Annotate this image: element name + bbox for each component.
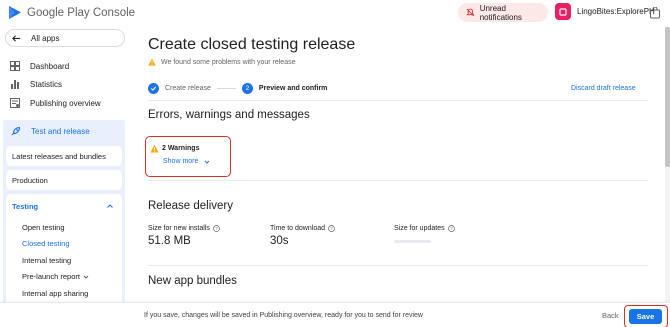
sidebar-item-label: Closed testing [22,239,70,248]
scrollbar[interactable] [665,27,670,302]
back-button[interactable]: Back [602,311,619,320]
sidebar-item-label: Latest releases and bundles [12,151,106,161]
help-icon[interactable]: ? [213,225,220,232]
metric-label: Size for new installs ? [148,225,220,232]
metric-label-text: Time to download [270,225,325,232]
step-number: 2 [241,83,253,94]
all-apps-button[interactable]: All apps [5,29,125,47]
logo-text: Google Play Console [27,6,136,19]
sidebar-item-test-and-release[interactable]: Test and release [10,126,90,137]
play-console-icon [9,6,21,19]
metric-value: 30s [270,235,289,247]
sidebar-item-dashboard[interactable]: Dashboard [10,61,69,71]
page-title: Create closed testing release [148,36,356,53]
sidebar-item-production[interactable]: Production [6,170,122,190]
sidebar-item-statistics[interactable]: Statistics [10,79,62,89]
chevron-down-icon [83,275,89,279]
metric-new-installs: Size for new installs ? 51.8 MB [148,225,220,247]
check-icon [150,86,157,91]
app-selector[interactable]: LingoBites:ExplorePH [555,3,655,20]
step-done-icon [148,83,159,94]
store-icon[interactable] [649,7,661,19]
metric-label: Time to download ? [270,225,335,232]
publishing-icon [10,98,20,108]
sidebar-item-internal-testing[interactable]: Internal testing [22,256,71,265]
sidebar-item-label: Open testing [22,223,65,232]
sidebar-item-label: Production [12,175,48,185]
google-play-console-logo[interactable]: Google Play Console [8,5,135,20]
chevron-down-icon [205,160,210,164]
divider [148,180,648,181]
statistics-icon [11,80,19,89]
dashboard-icon [10,61,20,71]
problems-warning: We found some problems with your release [148,58,296,66]
step-separator [216,88,236,89]
app-logo-icon [559,7,567,16]
metric-label-text: Size for updates [394,225,445,232]
sidebar-item-label: Dashboard [30,61,70,71]
metric-label-text: Size for new installs [148,225,210,232]
all-apps-label: All apps [31,33,60,43]
errors-section-title: Errors, warnings and messages [148,109,310,121]
help-icon[interactable]: ? [328,225,335,232]
sidebar-item-publishing-overview[interactable]: Publishing overview [10,98,101,108]
footer-message: If you save, changes will be saved in Pu… [144,312,423,319]
test-and-release-section: Test and release Latest releases and bun… [3,120,125,327]
divider [148,265,648,266]
sidebar-item-label: Publishing overview [30,98,101,108]
svg-text:?: ? [330,226,333,231]
new-app-bundles-title: New app bundles [148,275,237,287]
notification-bell-icon [466,8,475,17]
sidebar-item-label: Pre-launch report [22,272,80,281]
top-bar: Google Play Console Unread notifications… [0,0,670,27]
sidebar-item-open-testing[interactable]: Open testing [22,223,65,232]
svg-text:?: ? [215,226,218,231]
divider [148,100,648,101]
save-button[interactable]: Save [629,309,662,324]
app-name: LingoBites:ExplorePH [577,7,655,16]
sidebar-item-pre-launch-report[interactable]: Pre-launch report [22,272,89,281]
metric-loading-placeholder [394,240,431,243]
sidebar-item-label: Internal app sharing [22,289,89,298]
sidebar-item-internal-app-sharing[interactable]: Internal app sharing [22,289,88,298]
show-more-button[interactable]: Show more [163,158,210,165]
warning-icon [148,58,156,66]
show-more-label: Show more [163,158,199,165]
sidebar-item-latest-releases[interactable]: Latest releases and bundles [6,146,122,166]
svg-text:?: ? [450,226,453,231]
save-button-highlight: Save [624,305,668,327]
metric-value: 51.8 MB [148,235,191,247]
sidebar: All apps Dashboard Statistics Publishing… [0,27,132,327]
footer-bar: If you save, changes will be saved in Pu… [0,302,670,327]
warning-message: We found some problems with your release [161,58,296,66]
sidebar-item-label: Internal testing [22,256,72,265]
warning-icon [150,144,159,153]
rocket-icon [11,126,21,136]
warning-count-label: 2 Warnings [162,145,200,152]
sidebar-item-label: Statistics [30,79,63,89]
warning-count: 2 Warnings [150,144,199,153]
step-preview-and-confirm: Preview and confirm [258,85,328,92]
unread-notifications-button[interactable]: Unread notifications [458,3,548,22]
testing-header[interactable]: Testing [12,202,38,211]
notifications-label: Unread notifications [479,3,522,22]
chevron-up-icon[interactable] [106,202,114,210]
sidebar-item-closed-testing[interactable]: Closed testing [22,239,70,248]
warnings-summary: 2 Warnings Show more [145,136,231,177]
help-icon[interactable]: ? [447,225,455,232]
discard-draft-button[interactable]: Discard draft release [571,85,636,92]
test-and-release-label: Test and release [31,127,90,136]
main-content: Create closed testing release We found s… [132,27,664,302]
release-delivery-title: Release delivery [148,200,234,212]
step-create-release[interactable]: Create release [165,85,211,92]
arrow-back-icon [12,34,21,42]
metric-size-for-updates: Size for updates ? [394,225,455,243]
scrollbar-thumb[interactable] [665,27,670,167]
app-icon [555,3,571,20]
metric-time-to-download: Time to download ? 30s [270,225,335,247]
stepper: Create release 2 Preview and confirm [148,83,327,94]
metric-label: Size for updates ? [394,225,455,232]
